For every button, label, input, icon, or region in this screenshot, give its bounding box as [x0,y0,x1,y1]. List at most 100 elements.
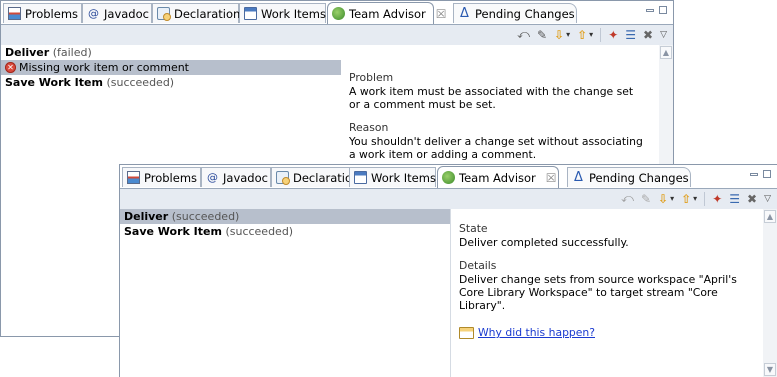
pin-icon[interactable]: ✎ [641,192,651,206]
close-tab-icon[interactable]: ☒ [546,171,557,185]
view-tab-bar: Problems @ Javadoc Declaration Work Item… [1,1,673,25]
detail-heading: Details [459,259,497,272]
delta-icon: Δ [574,170,583,185]
detail-pane: State Deliver completed successfully. De… [451,209,777,377]
tab-pending-changes[interactable]: Δ Pending Changes [453,3,577,23]
tab-team-advisor[interactable]: Team Advisor ☒ [327,2,447,24]
item-status: (failed) [52,46,92,59]
tab-problems[interactable]: Problems [3,3,82,23]
scroll-down-icon[interactable]: ▼ [764,363,776,376]
maximize-button[interactable] [763,170,771,178]
detail-text: You shouldn't deliver a change set witho… [349,135,643,161]
tab-declaration[interactable]: Declaration [152,3,241,23]
filter-icon[interactable]: ✦ [712,192,722,206]
tab-label: Work Items [261,6,326,21]
why-link-row: Why did this happen? [451,326,777,339]
refresh-icon[interactable]: ⤺ [621,191,634,206]
tab-team-advisor[interactable]: Team Advisor ☒ [437,166,559,188]
detail-heading: Reason [349,121,389,134]
tab-work-items[interactable]: Work Items [349,167,436,187]
tab-problems[interactable]: Problems [122,167,201,187]
why-did-this-happen-link[interactable]: Why did this happen? [478,326,595,339]
detail-heading: State [459,222,488,235]
detail-text: A work item must be associated with the … [349,85,634,111]
tab-label: Team Advisor [459,170,536,185]
filter-icon[interactable]: ✦ [608,28,618,42]
scroll-up-icon[interactable]: ▲ [660,46,672,59]
list-item-selected[interactable]: Deliver (succeeded) [120,209,450,224]
view-toolbar: ⤺ ✎ ⇩ ▾ ⇧ ▾ ✦ ☰ ✖ ▽ [120,189,777,210]
previous-arrow-icon[interactable]: ⇧ [681,192,691,206]
window-controls [646,6,667,14]
scroll-up-icon[interactable]: ▲ [764,210,776,223]
work-items-icon [244,7,257,20]
close-tab-icon[interactable]: ☒ [436,7,447,21]
dropdown-arrow-icon[interactable]: ▾ [566,30,570,39]
declaration-icon [157,7,171,21]
item-status: (succeeded) [171,210,240,223]
tab-javadoc[interactable]: @ Javadoc [82,3,152,23]
tab-label: Declaration [174,6,241,21]
next-arrow-icon[interactable]: ⇩ [658,192,668,206]
view-menu-icon[interactable]: ▽ [660,30,667,40]
tree-icon[interactable]: ☰ [729,192,740,206]
tab-label: Pending Changes [475,6,575,21]
remove-all-icon[interactable]: ✖ [747,192,757,206]
tree-icon[interactable]: ☰ [625,28,636,42]
delta-icon: Δ [460,6,469,21]
tab-pending-changes[interactable]: Δ Pending Changes [567,167,691,187]
list-item[interactable]: Save Work Item (succeeded) [120,224,450,239]
item-status: (succeeded) [106,76,175,89]
work-items-icon [354,171,367,184]
tab-label: Javadoc [104,6,149,21]
item-name: Deliver [124,210,169,223]
list-item-selected[interactable]: ✕ Missing work item or comment [1,60,341,75]
team-advisor-icon [332,7,345,20]
pin-icon[interactable]: ✎ [537,28,547,42]
tab-work-items[interactable]: Work Items [239,3,326,23]
view-toolbar: ⤺ ✎ ⇩ ▾ ⇧ ▾ ✦ ☰ ✖ ▽ [1,25,673,46]
tab-label: Problems [144,170,198,185]
tab-label: Problems [25,6,79,21]
view-menu-icon[interactable]: ▽ [764,194,771,204]
toolbar-separator [600,27,602,42]
maximize-button[interactable] [659,6,667,14]
advisor-list: Deliver (succeeded) Save Work Item (succ… [120,209,451,377]
refresh-icon[interactable]: ⤺ [517,27,530,42]
error-icon: ✕ [5,62,16,73]
next-arrow-icon[interactable]: ⇩ [554,28,564,42]
declaration-icon [276,171,290,185]
view-tab-bar: Problems @ Javadoc Declaration Work Item… [120,165,777,189]
tab-javadoc[interactable]: @ Javadoc [201,167,271,187]
javadoc-icon: @ [207,171,218,184]
dropdown-arrow-icon[interactable]: ▾ [670,194,674,203]
list-item[interactable]: Save Work Item (succeeded) [1,75,341,90]
item-name: Deliver [5,46,50,59]
previous-arrow-icon[interactable]: ⇧ [577,28,587,42]
toolbar-separator [704,191,706,206]
item-name: Missing work item or comment [19,61,189,74]
detail-heading: Problem [349,71,394,84]
team-advisor-view-front: Problems @ Javadoc Declaration Work Item… [119,164,777,377]
minimize-button[interactable] [646,9,654,12]
minimize-button[interactable] [750,173,758,176]
vertical-scrollbar[interactable]: ▲ ▼ [763,209,777,377]
tab-label: Pending Changes [589,170,689,185]
tab-declaration[interactable]: Declaration [271,167,359,187]
problems-icon [8,7,21,20]
tab-label: Work Items [371,170,436,185]
tab-label: Javadoc [223,170,268,185]
javadoc-icon: @ [88,7,99,20]
item-name: Save Work Item [5,76,103,89]
work-item-icon [459,326,474,339]
list-item[interactable]: Deliver (failed) [1,45,341,60]
detail-text: Deliver completed successfully. [459,236,629,249]
problems-icon [127,171,140,184]
remove-all-icon[interactable]: ✖ [643,28,653,42]
dropdown-arrow-icon[interactable]: ▾ [693,194,697,203]
item-status: (succeeded) [225,225,294,238]
dropdown-arrow-icon[interactable]: ▾ [589,30,593,39]
detail-text: Deliver change sets from source workspac… [459,273,737,312]
window-controls [750,170,771,178]
item-name: Save Work Item [124,225,222,238]
